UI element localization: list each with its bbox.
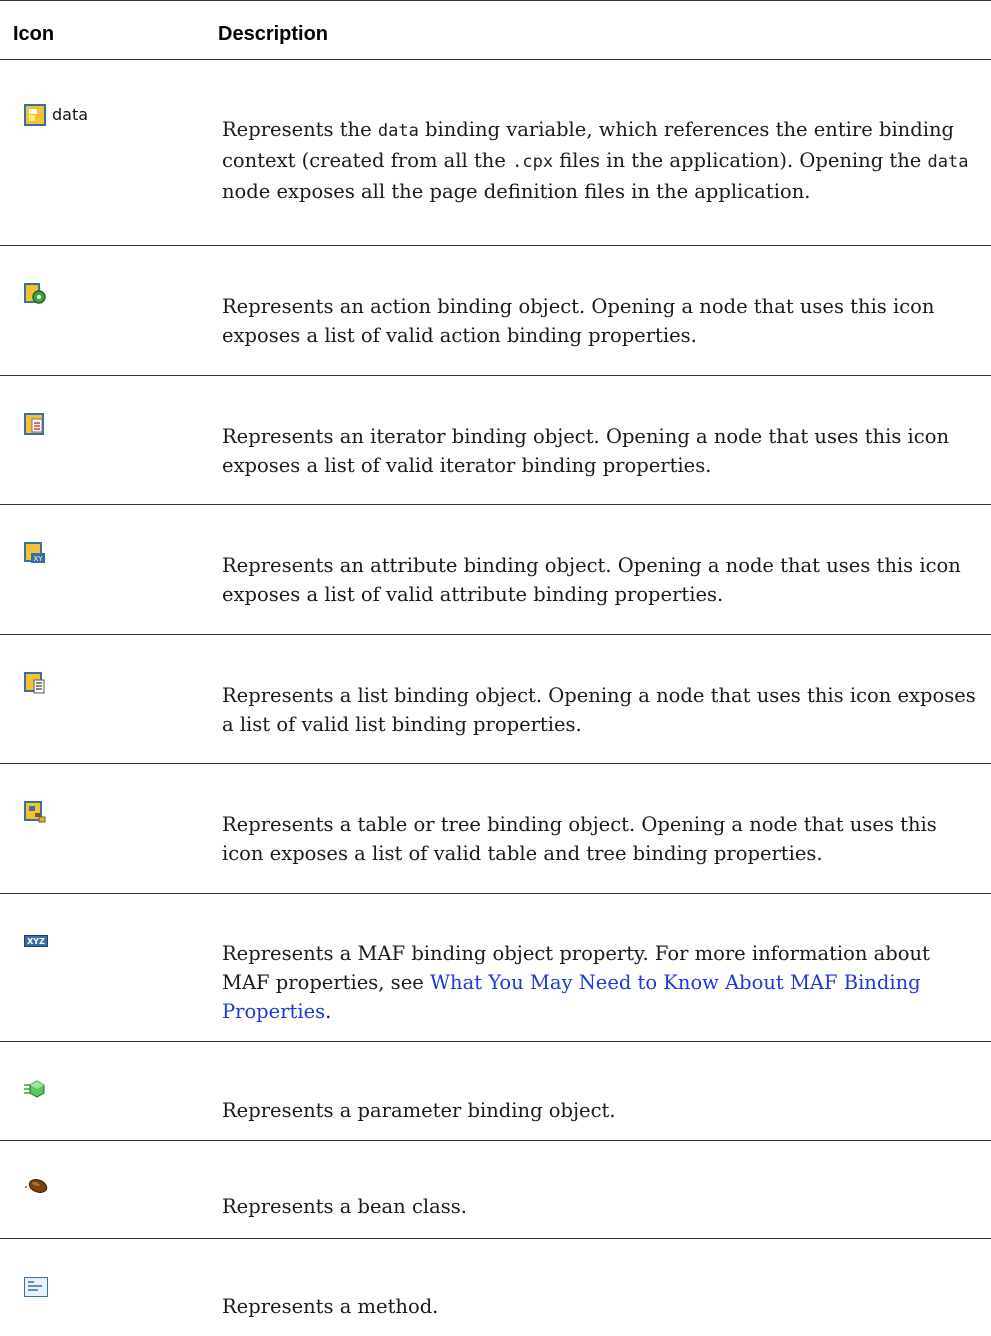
table-row: XY Represents an attribute binding objec… — [0, 505, 991, 635]
table-row: data Represents the data binding variabl… — [0, 60, 991, 246]
row-description: Represents a bean class. — [222, 1195, 467, 1218]
table-header: Icon Description — [0, 0, 991, 60]
row-description: Represents a method. — [222, 1295, 439, 1318]
row-description: Represents a parameter binding object. — [222, 1099, 616, 1122]
table-row: Represents a bean class. — [0, 1141, 991, 1239]
table-row: Represents a list binding object. Openin… — [0, 635, 991, 764]
maf-binding-property-icon: XYZ — [24, 934, 48, 952]
table-row: XYZ Represents a MAF binding object prop… — [0, 894, 991, 1042]
table-row: Represents a table or tree binding objec… — [0, 764, 991, 894]
table-row: Represents a parameter binding object. — [0, 1042, 991, 1141]
header-icon: Icon — [13, 23, 55, 45]
data-binding-variable-icon — [24, 104, 46, 131]
data-icon-label: data — [52, 105, 89, 124]
binding-icons-table: Icon Description data Represents the dat… — [0, 0, 991, 1336]
header-description: Description — [218, 23, 329, 45]
row-description: Represents a MAF binding object property… — [222, 942, 930, 1023]
attribute-binding-icon: XY — [24, 542, 46, 569]
list-binding-icon — [24, 672, 46, 699]
table-row: Represents a method. — [0, 1239, 991, 1336]
bean-class-icon — [24, 1178, 48, 1199]
row-description: Represents an action binding object. Ope… — [222, 295, 935, 347]
parameter-binding-icon — [24, 1080, 46, 1103]
iterator-binding-icon — [24, 413, 46, 440]
table-row: Represents an action binding object. Ope… — [0, 246, 991, 376]
row-description: Represents a list binding object. Openin… — [222, 684, 976, 736]
action-binding-icon — [24, 283, 46, 310]
row-description: Represents a table or tree binding objec… — [222, 813, 937, 865]
table-tree-binding-icon — [24, 801, 46, 828]
method-icon — [24, 1277, 48, 1302]
svg-text:XYZ: XYZ — [27, 937, 45, 946]
row-description: Represents the data binding variable, wh… — [222, 118, 969, 203]
table-row: Represents an iterator binding object. O… — [0, 376, 991, 505]
row-description: Represents an attribute binding object. … — [222, 554, 961, 606]
svg-text:XY: XY — [33, 555, 43, 563]
row-description: Represents an iterator binding object. O… — [222, 425, 950, 477]
